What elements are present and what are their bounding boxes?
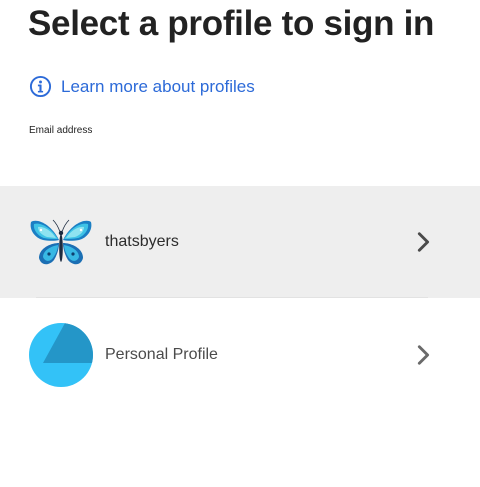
profile-row-personal-profile[interactable]: Personal Profile <box>0 299 480 411</box>
row-divider <box>36 297 428 298</box>
chevron-right-icon <box>417 345 430 365</box>
learn-more-link[interactable]: Learn more about profiles <box>29 75 255 98</box>
profile-selection-page: Select a profile to sign in Learn more a… <box>0 0 480 487</box>
profile-row-thatsbyers[interactable]: thatsbyers <box>0 186 480 298</box>
profile-name: thatsbyers <box>105 233 179 250</box>
chevron-right-icon <box>417 232 430 252</box>
page-title: Select a profile to sign in <box>28 4 435 43</box>
info-circle-icon <box>29 75 52 98</box>
butterfly-avatar <box>30 219 92 265</box>
learn-more-label: Learn more about profiles <box>61 76 255 96</box>
email-address-label: Email address <box>29 125 93 136</box>
personal-profile-avatar <box>29 323 93 387</box>
profile-name: Personal Profile <box>105 346 218 363</box>
